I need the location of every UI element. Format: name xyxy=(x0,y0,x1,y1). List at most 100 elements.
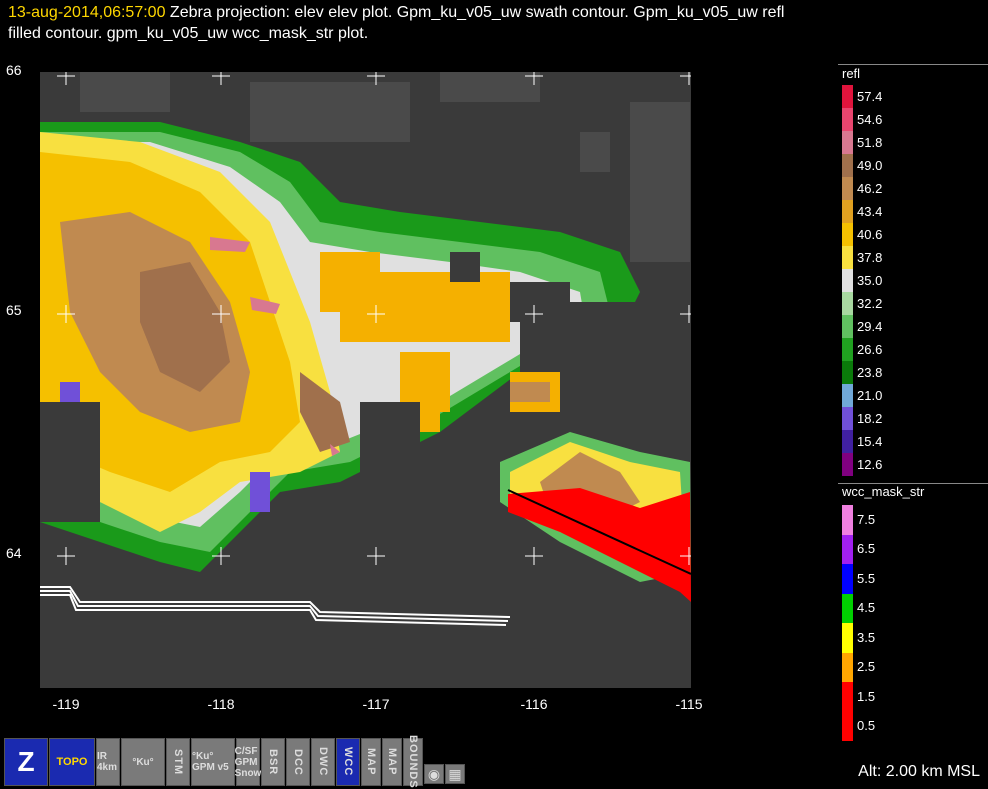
y-label-66: 66 xyxy=(6,62,22,78)
grid-button[interactable]: ▦ xyxy=(445,764,465,784)
ku-v5-button[interactable]: °Ku° GPM v5 xyxy=(191,738,235,786)
legend-label: 26.6 xyxy=(857,341,883,357)
toolbar-label: WCC xyxy=(342,747,354,777)
legend-label: 54.6 xyxy=(857,111,883,127)
legend-label: 32.2 xyxy=(857,295,883,311)
legend-swatch xyxy=(842,246,853,269)
legend-swatch xyxy=(842,131,853,154)
legend-wcc-title: wcc_mask_str xyxy=(842,484,925,499)
legend-label: 35.0 xyxy=(857,272,883,288)
legend-label: 40.6 xyxy=(857,226,883,242)
target-button[interactable]: ◉ xyxy=(424,764,444,784)
legend-swatch xyxy=(842,154,853,177)
legend-separator xyxy=(838,64,988,65)
legend-swatch xyxy=(842,682,853,712)
legend-swatch xyxy=(842,593,853,623)
legend-swatch xyxy=(842,453,853,476)
x-label-119: -119 xyxy=(52,696,80,712)
legend-label: 29.4 xyxy=(857,318,883,334)
toolbar-label: °Ku° GPM v5 xyxy=(192,751,229,773)
legend-swatch xyxy=(842,652,853,682)
legend-swatch xyxy=(842,223,853,246)
legend-label: 49.0 xyxy=(857,157,883,173)
legend-label: 37.8 xyxy=(857,249,883,265)
legend-label: 0.5 xyxy=(857,718,876,734)
bsr-button[interactable]: BSR xyxy=(261,738,285,786)
zebra-logo-icon[interactable]: Z xyxy=(4,738,48,786)
x-label-117: -117 xyxy=(362,696,390,712)
stm-button[interactable]: STM xyxy=(166,738,190,786)
legend-swatch xyxy=(842,361,853,384)
toolbar-label: DCC xyxy=(292,748,304,776)
legend-label: 57.4 xyxy=(857,88,883,104)
plot-header: 13-aug-2014,06:57:00 Zebra projection: e… xyxy=(8,2,983,44)
toolbar-label: ▦ xyxy=(448,765,462,782)
legend-swatch xyxy=(842,711,853,741)
dcc-button[interactable]: DCC xyxy=(286,738,310,786)
legend-label: 15.4 xyxy=(857,433,883,449)
toolbar-label: BOUNDS xyxy=(407,735,419,789)
toolbar-label: MAP xyxy=(386,748,398,776)
legend-swatch xyxy=(842,534,853,564)
legend-swatch xyxy=(842,384,853,407)
toolbar-label: STM xyxy=(172,748,184,776)
legend-label: 51.8 xyxy=(857,134,883,150)
wcc-button[interactable]: WCC xyxy=(336,738,360,786)
y-label-64: 64 xyxy=(6,545,22,561)
map2-button[interactable]: MAP xyxy=(382,738,402,786)
map-button[interactable]: MAP xyxy=(361,738,381,786)
altitude-readout: Alt: 2.00 km MSL xyxy=(858,763,980,780)
legend-label: 5.5 xyxy=(857,570,876,586)
legend-swatch xyxy=(842,430,853,453)
x-label-116: -116 xyxy=(520,696,548,712)
legend-label: 3.5 xyxy=(857,629,876,645)
reflectivity-field xyxy=(40,72,691,688)
toolbar-label: °Ku° xyxy=(132,756,154,768)
legend-refl-title: refl xyxy=(842,66,861,81)
timestamp: 13-aug-2014,06:57:00 xyxy=(8,4,166,21)
toolbar-label: ◉ xyxy=(427,765,441,782)
legend-swatch xyxy=(842,564,853,594)
legend-swatch xyxy=(842,338,853,361)
legend-swatch xyxy=(842,200,853,223)
legend-label: 1.5 xyxy=(857,688,876,704)
legend-label: 18.2 xyxy=(857,410,883,426)
y-label-65: 65 xyxy=(6,302,22,318)
header-line2: filled contour. gpm_ku_v05_uw wcc_mask_s… xyxy=(8,25,369,42)
legend-swatch xyxy=(842,108,853,131)
ku-button[interactable]: °Ku° xyxy=(121,738,165,786)
toolbar-label: C/SF GPM Snow xyxy=(234,745,262,779)
legend-label: 6.5 xyxy=(857,541,876,557)
legend-label: 7.5 xyxy=(857,511,876,527)
legend-label: 21.0 xyxy=(857,387,883,403)
header-line1: Zebra projection: elev elev plot. Gpm_ku… xyxy=(165,4,785,21)
legend-swatch xyxy=(842,505,853,535)
legend-swatch xyxy=(842,315,853,338)
toolbar-label: TOPO xyxy=(56,756,88,768)
legend-swatch xyxy=(842,269,853,292)
sf-gpm-button[interactable]: C/SF GPM Snow xyxy=(234,738,262,786)
toolbar-label: Z xyxy=(17,746,35,777)
x-label-118: -118 xyxy=(207,696,235,712)
toolbar-label: BSR xyxy=(267,748,279,776)
legend-label: 2.5 xyxy=(857,659,876,675)
legend-swatch xyxy=(842,292,853,315)
legend-label: 43.4 xyxy=(857,203,883,219)
legend-swatch xyxy=(842,407,853,430)
topo-button[interactable]: TOPO xyxy=(49,738,95,786)
legend-swatch xyxy=(842,623,853,653)
toolbar-label: IR 4km xyxy=(97,751,118,773)
legend-label: 12.6 xyxy=(857,456,883,472)
toolbar-label: MAP xyxy=(365,748,377,776)
legend-label: 4.5 xyxy=(857,600,876,616)
bounds-button[interactable]: BOUNDS xyxy=(403,735,423,789)
plot-area[interactable] xyxy=(40,72,691,688)
dwc-button[interactable]: DWC xyxy=(311,738,335,786)
toolbar-label: DWC xyxy=(317,747,329,777)
legend-label: 46.2 xyxy=(857,180,883,196)
legend-label: 23.8 xyxy=(857,364,883,380)
legend-swatch xyxy=(842,85,853,108)
x-label-115: -115 xyxy=(675,696,703,712)
legend-swatch xyxy=(842,177,853,200)
ir-button[interactable]: IR 4km xyxy=(96,738,120,786)
